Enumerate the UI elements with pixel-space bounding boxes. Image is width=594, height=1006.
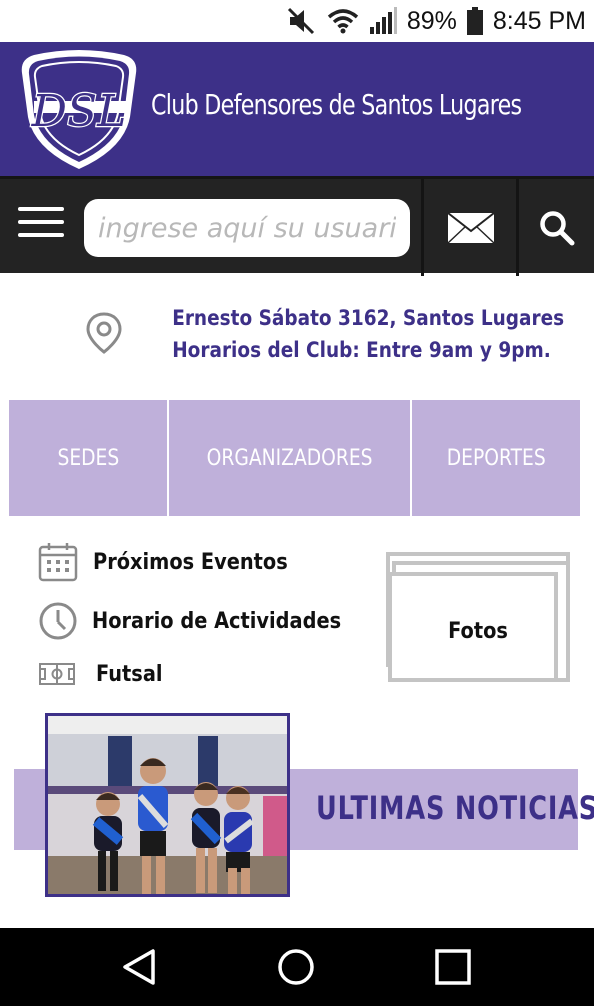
link-horario-actividades[interactable]: Horario de Actividades [38, 601, 375, 641]
recents-icon [435, 949, 471, 985]
back-button[interactable] [94, 928, 184, 1006]
link-futsal[interactable]: Futsal [38, 660, 172, 688]
signal-icon [369, 7, 397, 35]
address-street: Ernesto Sábato 3162, Santos Lugares [172, 306, 565, 330]
news-title[interactable]: ULTIMAS NOTICIAS [316, 789, 594, 827]
system-nav-bar [0, 928, 594, 1006]
toolbar-divider [421, 179, 424, 276]
club-hours: Horarios del Club: Entre 9am y 9pm. [172, 338, 551, 362]
app-header: DSL Club Defensores de Santos Lugares [0, 42, 594, 176]
fotos-card[interactable]: Fotos [386, 552, 570, 682]
address-block: Ernesto Sábato 3162, Santos Lugares Hora… [0, 300, 594, 370]
search-button[interactable] [520, 179, 594, 276]
home-button[interactable] [251, 928, 341, 1006]
link-label: Futsal [96, 661, 163, 687]
toolbar-divider [516, 179, 519, 276]
home-icon [278, 949, 314, 985]
club-logo[interactable]: DSL [20, 47, 138, 173]
user-input[interactable] [84, 199, 410, 257]
location-pin-icon [85, 312, 123, 359]
link-proximos-eventos[interactable]: Próximos Eventos [38, 542, 314, 582]
clock: 8:45 PM [492, 6, 586, 35]
mail-button[interactable] [425, 179, 517, 276]
menu-button[interactable] [18, 207, 68, 247]
clock-icon [39, 602, 77, 640]
search-icon [540, 210, 575, 245]
link-label: Próximos Eventos [93, 549, 288, 575]
calendar-icon [38, 543, 78, 582]
mute-icon [287, 7, 317, 35]
wifi-icon [327, 8, 359, 34]
toolbar [0, 176, 594, 276]
status-bar: 89% 8:45 PM [0, 0, 594, 42]
tab-organizadores[interactable]: ORGANIZADORES [169, 400, 412, 516]
nav-tabs: SEDES ORGANIZADORES DEPORTES [9, 400, 580, 516]
news-photo[interactable] [45, 713, 290, 897]
menu-icon [18, 207, 68, 237]
fotos-label: Fotos [448, 618, 508, 644]
link-label: Horario de Actividades [92, 608, 342, 634]
battery-icon [466, 7, 483, 35]
club-title: Club Defensores de Santos Lugares [151, 88, 522, 121]
futsal-field-icon [39, 663, 75, 685]
battery-percent: 89% [406, 6, 457, 35]
mail-icon [447, 211, 495, 244]
tab-deportes[interactable]: DEPORTES [412, 400, 580, 516]
back-icon [123, 949, 155, 985]
tab-sedes[interactable]: SEDES [9, 400, 169, 516]
recents-button[interactable] [408, 928, 498, 1006]
logo-text: DSL [31, 86, 127, 137]
